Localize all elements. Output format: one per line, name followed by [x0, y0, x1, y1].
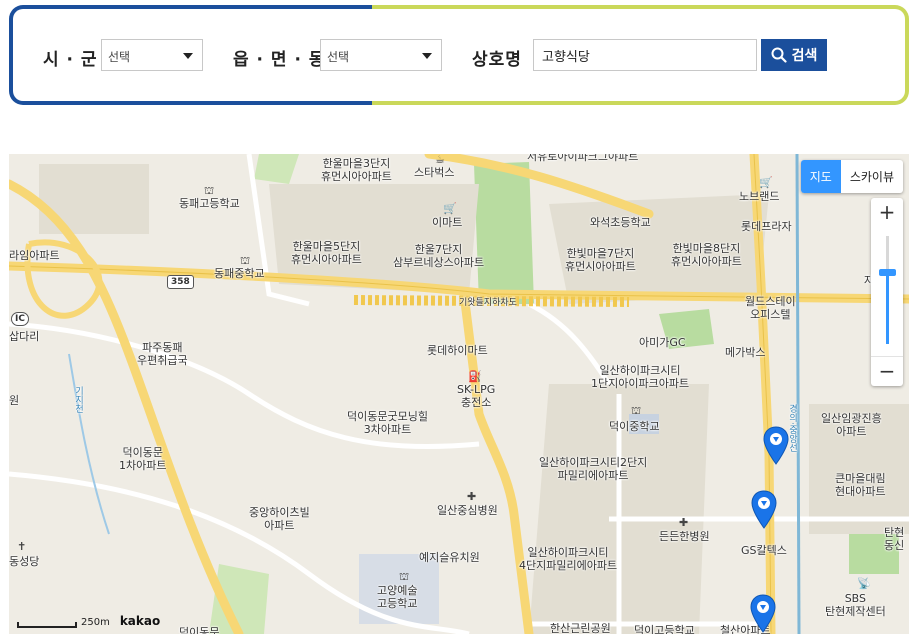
map-label: 덕이동문 1차아파트	[119, 446, 167, 472]
sigun-select[interactable]: 선택	[101, 39, 203, 71]
hospital-icon: ✚	[467, 490, 477, 503]
map-label: 일산하이파크시티 4단지파밀리에아파트	[519, 546, 618, 572]
map-label: SK-LPG 충전소	[457, 383, 496, 409]
map-label: 한울마을3단지 휴먼시아아파트	[321, 157, 392, 183]
map-label: 파주동패 우편취급국	[137, 341, 188, 367]
church-icon: ✝	[17, 540, 27, 553]
map-label: 덕이동문	[179, 626, 220, 634]
eupmyeon-label: 읍 · 면 · 동	[233, 50, 326, 70]
eupmyeon-select-value: 선택	[327, 50, 350, 64]
school-icon: ⛫	[399, 570, 410, 583]
map-view[interactable]: 358 기왓들지하차도 서유로아이파크그야파트 한울마을3단지 휴먼시아아파트 …	[9, 154, 909, 634]
map-label: 일산하이파크시티2단지 파밀리에아파트	[539, 456, 648, 482]
search-icon	[771, 47, 787, 63]
map-label: 덕이중학교	[609, 420, 660, 433]
stream-label: 기지천	[73, 386, 83, 413]
zoom-in-button[interactable]: +	[871, 198, 903, 228]
shopping-cart-icon: 🛒	[759, 176, 773, 189]
map-label: 일산중심병원	[437, 504, 498, 517]
chevron-down-icon	[183, 53, 193, 59]
map-label: SBS 탄현제작센터	[825, 592, 886, 618]
map-label: 삽다리	[9, 330, 40, 343]
eupmyeon-select[interactable]: 선택	[320, 39, 442, 71]
zoom-out-button[interactable]: −	[871, 356, 903, 386]
map-label: 와석초등학교	[590, 216, 651, 229]
map-label: 일산임광진흥 아파트	[821, 412, 882, 438]
map-scale: 250m kakao	[17, 614, 160, 628]
shopping-cart-icon: 🛒	[443, 202, 457, 215]
map-label: 원	[9, 394, 20, 407]
map-label: 덕이고등학교	[634, 624, 695, 634]
map-label: 라임아파트	[9, 249, 60, 262]
search-button[interactable]: 검색	[761, 39, 827, 71]
kakao-logo[interactable]: kakao	[120, 614, 160, 628]
hospital-icon: ✚	[679, 516, 689, 529]
school-icon: ⛫	[204, 184, 215, 197]
interchange-icon: IC	[11, 312, 29, 326]
name-label: 상호명	[472, 50, 522, 70]
name-input[interactable]	[533, 39, 757, 71]
map-label: 탄현 동신	[884, 526, 905, 552]
road-shield-358: 358	[167, 275, 194, 289]
map-label: 한울마을5단지 휴먼시아아파트	[291, 240, 362, 266]
map-label: 예지슬유치원	[419, 551, 480, 564]
sigun-select-value: 선택	[108, 50, 131, 64]
map-label: 롯데하이마트	[427, 344, 488, 357]
expressway-name: 기왓들지하차도	[459, 298, 517, 308]
map-label: 일산하이파크시티 1단지아이파크아파트	[591, 364, 690, 390]
map-label: GS칼텍스	[741, 544, 787, 557]
map-label: 이마트	[432, 216, 463, 229]
cafe-icon: ☕	[435, 154, 445, 166]
scale-text: 250m	[81, 617, 110, 628]
school-icon: ⛫	[631, 404, 642, 417]
map-label: 한산근린공원	[550, 622, 611, 634]
map-label: 동성당	[9, 555, 40, 568]
chevron-down-icon	[422, 53, 432, 59]
map-label: 한빛마을8단지 휴먼시아아파트	[671, 242, 742, 268]
map-label: 노브랜드	[739, 190, 780, 203]
map-label: 큰마을대림 현대아파트	[835, 472, 886, 498]
search-button-label: 검색	[791, 48, 818, 64]
place-marker-3[interactable]	[750, 594, 776, 634]
map-label: 덕이동문굿모닝힐 3차아파트	[347, 410, 428, 436]
gas-station-icon: ⛽	[468, 370, 482, 383]
zoom-slider-fill	[886, 271, 889, 344]
map-label: 아미가GC	[639, 336, 686, 349]
map-label: 든든한병원	[659, 530, 710, 543]
map-label: 월드스테이 오피스텔	[745, 295, 796, 321]
place-marker-2[interactable]	[751, 490, 777, 530]
scale-bar	[17, 622, 77, 628]
search-panel: 시 · 군 선택 읍 · 면 · 동 선택 상호명 검색	[9, 5, 909, 105]
map-label: 서유로아이파크그야파트	[527, 154, 639, 163]
map-label: 롯데프라자	[741, 220, 792, 233]
zoom-slider-handle[interactable]	[879, 268, 896, 276]
map-label: 메가박스	[725, 346, 766, 359]
map-label: 스타벅스	[414, 166, 455, 179]
map-label: 고양예술 고등학교	[377, 584, 418, 610]
zoom-control: + −	[871, 198, 903, 386]
map-label: 한울7단지 삼부르네상스아파트	[393, 243, 485, 269]
place-marker-1[interactable]	[763, 426, 789, 466]
map-type-switch: 지도 스카이뷰	[800, 160, 903, 193]
school-icon: ⛫	[240, 254, 251, 267]
map-label: 한빛마을7단지 휴먼시아아파트	[565, 247, 636, 273]
map-type-map-button[interactable]: 지도	[800, 160, 841, 193]
broadcast-icon: 📡	[857, 577, 871, 590]
map-label: 중앙하이츠빌 아파트	[249, 506, 310, 532]
map-type-skyview-button[interactable]: 스카이뷰	[841, 160, 903, 193]
sigun-label: 시 · 군	[43, 50, 98, 70]
